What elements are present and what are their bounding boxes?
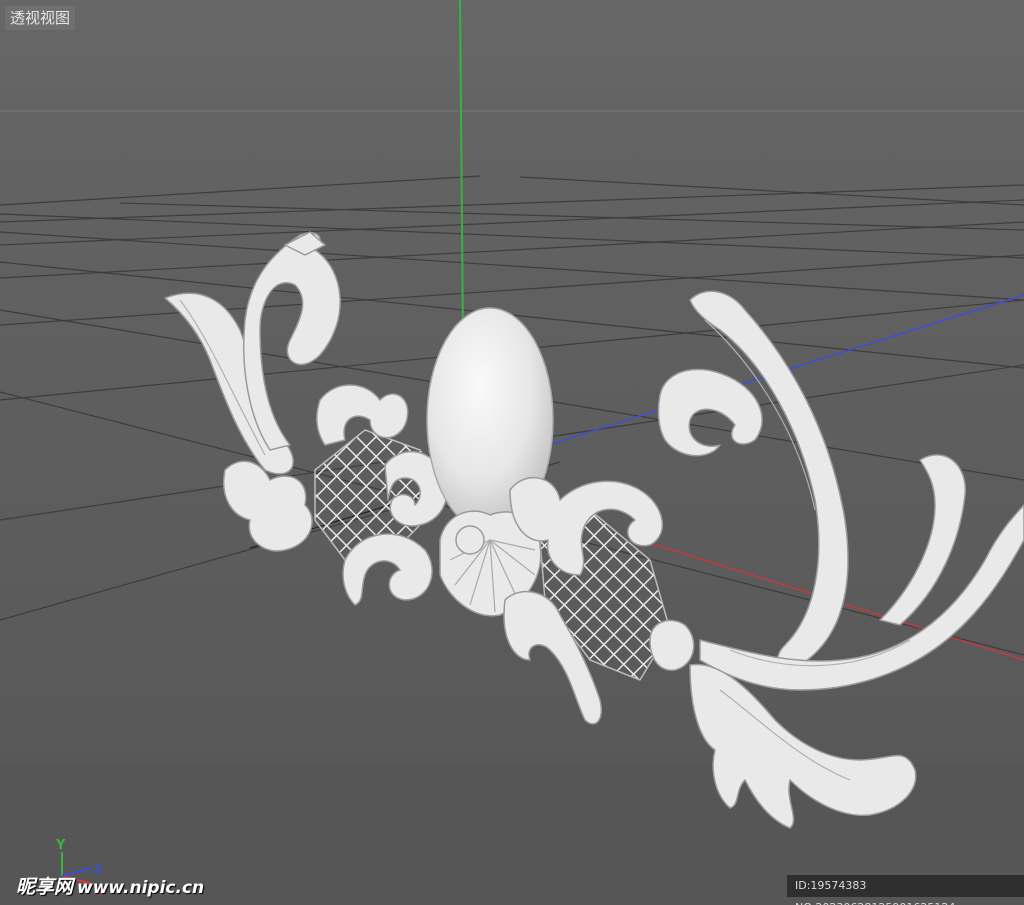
perspective-viewport[interactable]: Y Z X 透视视图 昵享网www.nipic.cn ID:19574383 N… [0,0,1024,905]
gizmo-y-label: Y [55,838,66,853]
image-id-bar: ID:19574383 NO:20230628125901625124 [787,875,1024,905]
shell-boss [455,525,485,555]
watermark-url: www.nipic.cn [77,878,205,898]
view-name-label[interactable]: 透视视图 [5,6,76,30]
watermark: 昵享网 www.nipic.cn [16,872,204,899]
watermark-brand: 昵享网 [16,876,74,898]
right-rosette [649,619,695,671]
scene-canvas[interactable]: Y Z X [0,0,1024,905]
